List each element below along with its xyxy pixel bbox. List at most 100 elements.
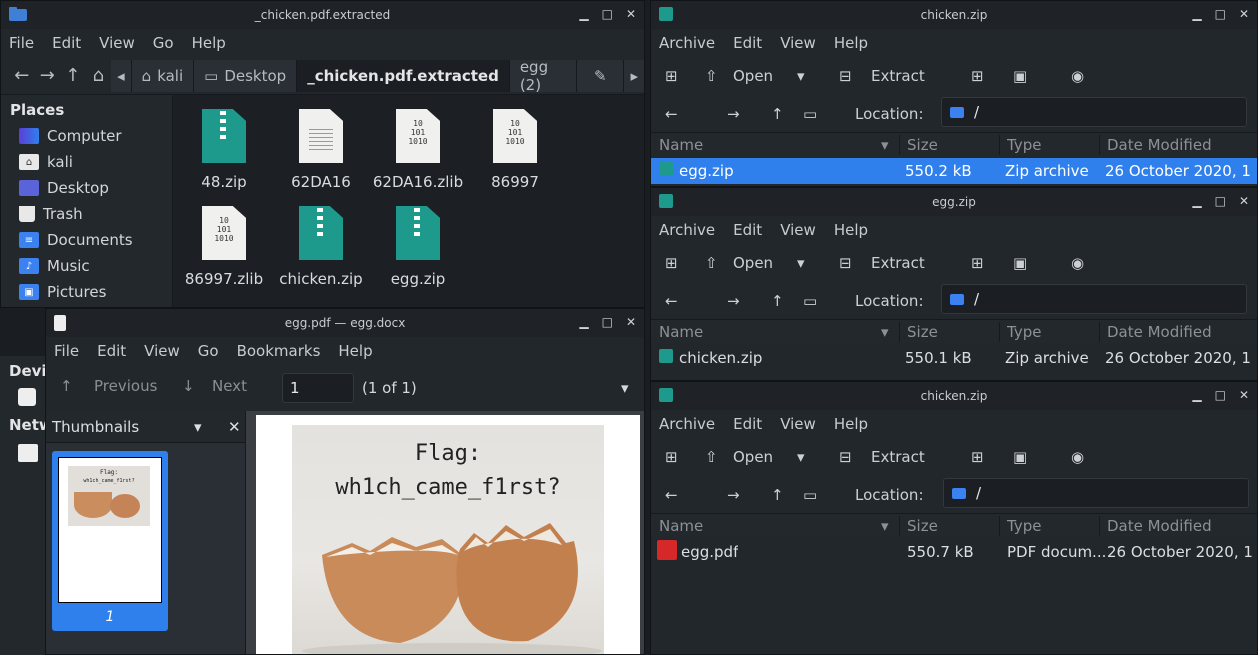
sidebar-item-kali[interactable]: ⌂ kali <box>1 149 172 175</box>
add-folder-icon[interactable]: ▣ <box>1013 254 1071 272</box>
page-thumbnail[interactable]: Flag: wh1ch_came_f1rst? 1 <box>52 451 168 631</box>
add-folder-icon[interactable]: ▣ <box>1013 67 1071 85</box>
page-number-input[interactable]: 1 <box>282 373 354 403</box>
column-type[interactable]: Type <box>1007 136 1041 154</box>
extract-icon[interactable]: ⊟ <box>839 448 871 466</box>
minimize-icon[interactable]: ▁ <box>1192 194 1201 208</box>
menu-help[interactable]: Help <box>834 34 868 52</box>
menu-view[interactable]: View <box>99 34 135 52</box>
back-icon[interactable]: ← <box>665 292 727 310</box>
open-dropdown-icon[interactable]: ▾ <box>797 67 839 85</box>
stop-icon[interactable]: ◉ <box>1071 67 1084 85</box>
sidebar-item-desktop[interactable]: Desktop <box>1 175 172 201</box>
close-panel-icon[interactable]: ✕ <box>228 418 241 436</box>
extract-icon[interactable]: ⊟ <box>839 254 871 272</box>
new-archive-icon[interactable]: ⊞ <box>665 448 705 466</box>
sidebar-item-documents[interactable]: ≡ Documents <box>1 227 172 253</box>
location-field[interactable]: / <box>943 478 1249 508</box>
forward-icon[interactable]: → <box>727 292 771 310</box>
table-row[interactable]: egg.pdf 550.7 kB PDF docum... 26 October… <box>651 539 1257 565</box>
panel-dropdown-icon[interactable]: ▾ <box>194 418 228 436</box>
minimize-icon[interactable]: ▁ <box>1192 7 1201 21</box>
home-folder-icon[interactable]: ▭ <box>803 292 855 310</box>
home-folder-icon[interactable]: ▭ <box>803 486 855 504</box>
close-icon[interactable]: ✕ <box>1239 7 1249 21</box>
edit-location-icon[interactable]: ✎ <box>577 59 625 92</box>
add-files-icon[interactable]: ⊞ <box>971 67 1013 85</box>
menu-edit[interactable]: Edit <box>97 342 126 360</box>
maximize-icon[interactable]: □ <box>1215 7 1226 21</box>
breadcrumb-kali[interactable]: ⌂ kali <box>131 59 195 92</box>
stop-icon[interactable]: ◉ <box>1071 448 1084 466</box>
file-item[interactable]: 48.zip <box>176 109 272 191</box>
menu-view[interactable]: View <box>780 415 816 433</box>
column-date[interactable]: Date Modified <box>1107 323 1212 341</box>
column-type[interactable]: Type <box>1007 517 1041 535</box>
menu-archive[interactable]: Archive <box>659 221 715 239</box>
menu-archive[interactable]: Archive <box>659 415 715 433</box>
extract-button[interactable]: Extract <box>871 448 971 466</box>
open-upload-icon[interactable]: ⇧ <box>705 448 733 466</box>
up-icon[interactable]: ↑ <box>771 292 803 310</box>
open-dropdown-icon[interactable]: ▾ <box>797 254 839 272</box>
maximize-icon[interactable]: □ <box>602 7 613 21</box>
menu-help[interactable]: Help <box>834 415 868 433</box>
previous-arrow-icon[interactable]: ↑ <box>60 377 94 395</box>
open-button[interactable]: Open <box>733 448 797 466</box>
file-item[interactable]: 10 101 1010 86997.zlib <box>176 206 272 288</box>
extract-icon[interactable]: ⊟ <box>839 67 871 85</box>
forward-icon[interactable]: → <box>35 61 61 91</box>
back-icon[interactable]: ← <box>665 105 727 123</box>
file-item[interactable]: 62DA16 <box>273 109 369 191</box>
table-row[interactable]: egg.zip 550.2 kB Zip archive 26 October … <box>651 158 1257 184</box>
back-icon[interactable]: ← <box>665 486 727 504</box>
column-size[interactable]: Size <box>907 323 938 341</box>
sort-icon[interactable]: ▾ <box>881 323 889 341</box>
menu-edit[interactable]: Edit <box>733 34 762 52</box>
menu-view[interactable]: View <box>144 342 180 360</box>
scroll-right-icon[interactable]: ▸ <box>624 59 644 92</box>
open-dropdown-icon[interactable]: ▾ <box>797 448 839 466</box>
menu-edit[interactable]: Edit <box>733 415 762 433</box>
back-icon[interactable]: ← <box>9 61 35 91</box>
forward-icon[interactable]: → <box>727 486 771 504</box>
menu-view[interactable]: View <box>780 34 816 52</box>
open-upload-icon[interactable]: ⇧ <box>705 67 733 85</box>
sort-icon[interactable]: ▾ <box>881 136 889 154</box>
close-icon[interactable]: ✕ <box>626 315 636 329</box>
extract-button[interactable]: Extract <box>871 67 971 85</box>
menu-dropdown-icon[interactable]: ▾ <box>621 379 629 397</box>
menu-edit[interactable]: Edit <box>733 221 762 239</box>
maximize-icon[interactable]: □ <box>1215 194 1226 208</box>
home-icon[interactable]: ⌂ <box>86 61 112 91</box>
new-archive-icon[interactable]: ⊞ <box>665 254 705 272</box>
open-upload-icon[interactable]: ⇧ <box>705 254 733 272</box>
sidebar-item-pictures[interactable]: ▣ Pictures <box>1 279 172 305</box>
forward-icon[interactable]: → <box>727 105 771 123</box>
file-item[interactable]: 10 101 1010 62DA16.zlib <box>370 109 466 191</box>
extract-button[interactable]: Extract <box>871 254 971 272</box>
menu-help[interactable]: Help <box>834 221 868 239</box>
new-archive-icon[interactable]: ⊞ <box>665 67 705 85</box>
up-icon[interactable]: ↑ <box>771 105 803 123</box>
previous-button[interactable]: Previous <box>94 377 182 395</box>
scroll-left-icon[interactable]: ◂ <box>111 59 132 92</box>
sidebar-item-computer[interactable]: Computer <box>1 123 172 149</box>
up-icon[interactable]: ↑ <box>60 61 86 91</box>
table-row[interactable]: chicken.zip 550.1 kB Zip archive 26 Octo… <box>651 345 1257 371</box>
column-name[interactable]: Name <box>659 517 703 535</box>
menu-help[interactable]: Help <box>192 34 226 52</box>
column-name[interactable]: Name <box>659 323 703 341</box>
menu-go[interactable]: Go <box>153 34 174 52</box>
up-icon[interactable]: ↑ <box>771 486 803 504</box>
menu-file[interactable]: File <box>54 342 79 360</box>
add-files-icon[interactable]: ⊞ <box>971 254 1013 272</box>
stop-icon[interactable]: ◉ <box>1071 254 1084 272</box>
column-name[interactable]: Name <box>659 136 703 154</box>
add-files-icon[interactable]: ⊞ <box>971 448 1013 466</box>
sort-icon[interactable]: ▾ <box>881 517 889 535</box>
menu-view[interactable]: View <box>780 221 816 239</box>
file-item[interactable]: egg.zip <box>370 206 466 288</box>
file-item[interactable]: chicken.zip <box>273 206 369 288</box>
menu-file[interactable]: File <box>9 34 34 52</box>
